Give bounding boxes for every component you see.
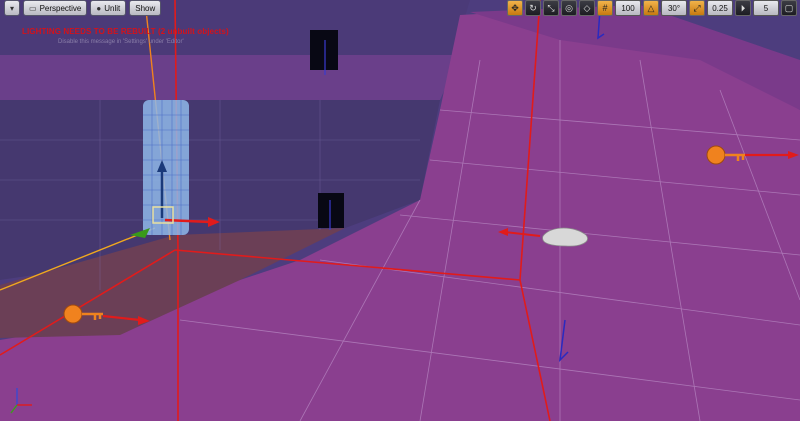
show-label: Show — [135, 3, 156, 13]
viewport-menu-button[interactable]: ▾ — [4, 0, 21, 16]
globe-icon[interactable]: ◎ — [561, 0, 577, 16]
show-button[interactable]: Show — [129, 0, 162, 16]
translate-icon[interactable]: ✥ — [507, 0, 523, 16]
cylinder-mesh — [143, 100, 189, 235]
grid-snap-value[interactable]: 100 — [615, 0, 641, 16]
dark-volume-top — [310, 30, 338, 70]
rotation-snap-icon[interactable]: △ — [643, 0, 659, 16]
sphere-icon: ● — [96, 3, 102, 13]
camera-speed-icon[interactable]: ⏵ — [735, 0, 751, 16]
maximize-icon[interactable]: ▢ — [781, 0, 797, 16]
camera-speed-value[interactable]: 5 — [753, 0, 779, 16]
unlit-button[interactable]: ● Unlit — [90, 0, 127, 16]
viewport-scene[interactable] — [0, 0, 800, 421]
scale-icon[interactable]: ⤡ — [543, 0, 559, 16]
scale-snap-value[interactable]: 0.25 — [707, 0, 733, 16]
surface-snap-icon[interactable]: ◇ — [579, 0, 595, 16]
rotation-snap-value[interactable]: 30° — [661, 0, 687, 16]
lighting-warning-subtext: Disable this message in 'Settings' under… — [58, 39, 184, 45]
perspective-button[interactable]: ▭ Perspective — [23, 0, 88, 16]
rotate-icon[interactable]: ↻ — [525, 0, 541, 16]
grid-icon[interactable]: # — [597, 0, 613, 16]
menu-icon: ▾ — [10, 3, 15, 13]
unlit-label: Unlit — [104, 3, 121, 13]
far-floor-band — [0, 55, 460, 100]
viewport-toolbar-right: ✥ ↻ ⤡ ◎ ◇ # 100 △ 30° ⤢ 0.25 ⏵ 5 ▢ — [504, 0, 800, 16]
view-mode-icon: ▭ — [29, 3, 37, 13]
perspective-label: Perspective — [39, 3, 82, 13]
level-viewport[interactable]: ▾ ▭ Perspective ● Unlit Show ✥ ↻ ⤡ ◎ ◇ #… — [0, 0, 800, 421]
lighting-warning: LIGHTING NEEDS TO BE REBUILT (2 unbuilt … — [22, 27, 229, 36]
dark-volume-mid — [318, 193, 344, 228]
scale-snap-icon[interactable]: ⤢ — [689, 0, 705, 16]
viewport-toolbar-left: ▾ ▭ Perspective ● Unlit Show — [0, 0, 165, 16]
